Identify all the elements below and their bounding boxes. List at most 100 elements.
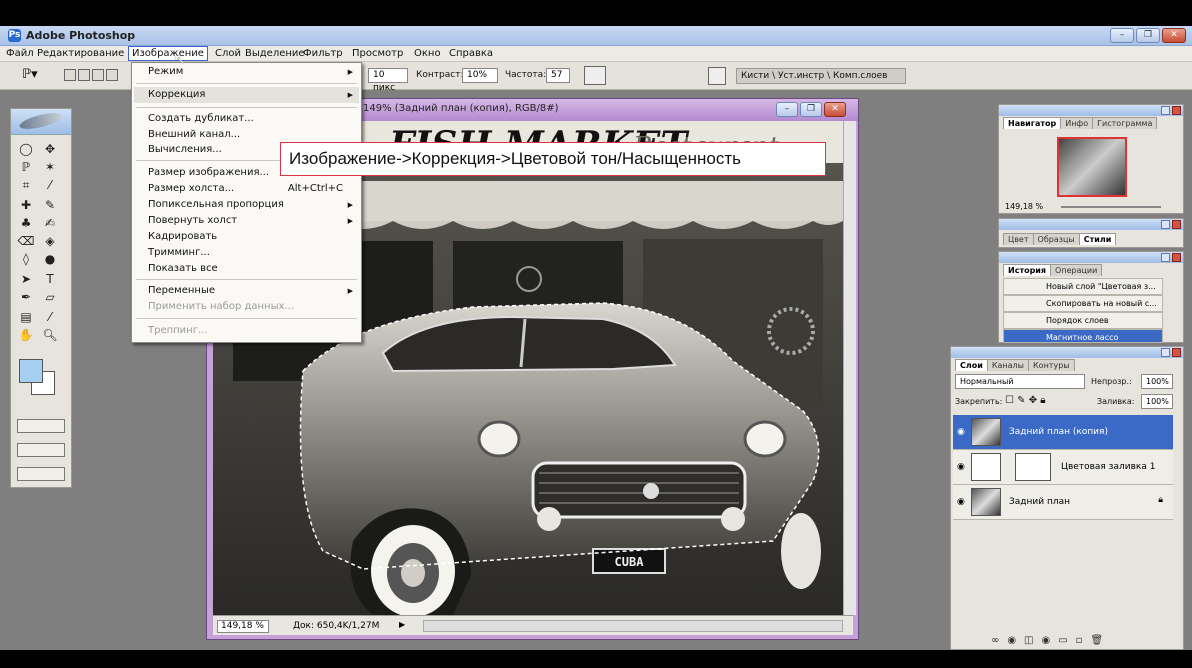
quick-mask-buttons[interactable] bbox=[17, 419, 65, 433]
navigator-zoom-slider[interactable] bbox=[1061, 206, 1161, 208]
tab-layer-comps[interactable]: Комп.слоев bbox=[833, 71, 887, 81]
path-select-icon[interactable]: ➤ bbox=[15, 271, 37, 287]
width-field[interactable]: 10 пикс bbox=[368, 68, 408, 93]
eye-icon[interactable]: ◉ bbox=[957, 462, 965, 472]
menu-window[interactable]: Окно bbox=[411, 47, 444, 60]
fill-field[interactable]: 100% bbox=[1141, 394, 1173, 409]
history-brush-icon[interactable]: ✍ bbox=[39, 215, 61, 231]
layers-footer-icons[interactable]: ∞◉◫◉▭▫🗑︎ bbox=[991, 635, 1111, 646]
menu-item-rotate-canvas[interactable]: Повернуть холст bbox=[148, 215, 237, 226]
crop-tool-icon[interactable]: ⌗ bbox=[15, 177, 37, 193]
menu-help[interactable]: Справка bbox=[446, 47, 496, 60]
status-arrow-icon[interactable]: ▶ bbox=[399, 620, 405, 629]
slice-tool-icon[interactable]: ⁄ bbox=[39, 177, 61, 193]
hand-tool-icon[interactable]: ✋ bbox=[15, 327, 37, 343]
frequency-field[interactable]: 57 bbox=[546, 68, 570, 83]
history-step-selected[interactable]: Магнитное лассо bbox=[1003, 329, 1163, 343]
menu-item-trim[interactable]: Тримминг... bbox=[148, 247, 210, 258]
pen-tool-icon[interactable]: ✒ bbox=[15, 289, 37, 305]
tab-channels[interactable]: Каналы bbox=[986, 359, 1029, 371]
type-tool-icon[interactable]: T bbox=[39, 271, 61, 287]
menu-item-variables[interactable]: Переменные bbox=[148, 285, 215, 296]
navigator-thumbnail[interactable] bbox=[1057, 137, 1127, 197]
palette-well-icon[interactable] bbox=[708, 67, 726, 85]
menu-item-adjustments[interactable]: Коррекция bbox=[148, 89, 205, 100]
panel-minimize-button[interactable] bbox=[1161, 220, 1170, 229]
tab-actions[interactable]: Операции bbox=[1050, 264, 1103, 276]
eye-icon[interactable]: ◉ bbox=[957, 497, 965, 507]
tab-info[interactable]: Инфо bbox=[1060, 117, 1094, 129]
intersect-selection-icon[interactable] bbox=[106, 69, 118, 81]
add-selection-icon[interactable] bbox=[78, 69, 90, 81]
brush-tool-icon[interactable]: ✎ bbox=[39, 197, 61, 213]
layer-row[interactable]: ◉ Цветовая заливка 1 bbox=[953, 450, 1173, 485]
menu-item-pixel-aspect[interactable]: Попиксельная пропорция bbox=[148, 199, 284, 210]
menu-item-reveal-all[interactable]: Показать все bbox=[148, 263, 218, 274]
history-step[interactable]: Скопировать на новый с... bbox=[1003, 295, 1163, 312]
panel-minimize-button[interactable] bbox=[1161, 106, 1170, 115]
menu-image[interactable]: Изображение bbox=[128, 46, 208, 61]
menu-file[interactable]: Файл bbox=[3, 47, 37, 60]
clone-stamp-icon[interactable]: ♣ bbox=[15, 215, 37, 231]
tab-styles[interactable]: Стили bbox=[1078, 233, 1117, 245]
menu-view[interactable]: Просмотр bbox=[349, 47, 406, 60]
marquee-tool-icon[interactable]: ◯ bbox=[15, 141, 37, 157]
panel-close-button[interactable] bbox=[1172, 106, 1181, 115]
contrast-field[interactable]: 10% bbox=[462, 68, 498, 83]
magic-wand-icon[interactable]: ✶ bbox=[39, 159, 61, 175]
lock-icons[interactable]: ☐ ✎ ✥ 🔒︎ bbox=[1005, 395, 1046, 406]
screen-mode-buttons[interactable] bbox=[17, 443, 65, 457]
zoom-tool-icon[interactable]: 🔍︎ bbox=[39, 327, 61, 343]
tab-paths[interactable]: Контуры bbox=[1028, 359, 1075, 371]
menu-item-duplicate[interactable]: Создать дубликат... bbox=[148, 113, 254, 124]
menu-item-image-size[interactable]: Размер изображения... bbox=[148, 167, 269, 178]
new-selection-icon[interactable] bbox=[64, 69, 76, 81]
tab-brushes[interactable]: Кисти bbox=[741, 71, 769, 81]
move-tool-icon[interactable]: ✥ bbox=[39, 141, 61, 157]
vertical-scrollbar[interactable] bbox=[843, 121, 856, 615]
tab-navigator[interactable]: Навигатор bbox=[1003, 117, 1062, 129]
tab-color[interactable]: Цвет bbox=[1003, 233, 1034, 245]
blur-tool-icon[interactable]: ◊ bbox=[15, 251, 37, 267]
panel-close-button[interactable] bbox=[1172, 253, 1181, 262]
subtract-selection-icon[interactable] bbox=[92, 69, 104, 81]
shape-tool-icon[interactable]: ▱ bbox=[39, 289, 61, 305]
foreground-color-swatch[interactable] bbox=[19, 359, 43, 383]
notes-tool-icon[interactable]: ▤ bbox=[15, 309, 37, 325]
tab-histogram[interactable]: Гистограмма bbox=[1092, 117, 1158, 129]
menu-layer[interactable]: Слой bbox=[212, 47, 244, 60]
jump-to-imageready-button[interactable] bbox=[17, 467, 65, 481]
paint-bucket-icon[interactable]: ◈ bbox=[39, 233, 61, 249]
menu-item-crop[interactable]: Кадрировать bbox=[148, 231, 217, 242]
lasso-tool-icon[interactable]: ℙ bbox=[15, 159, 37, 175]
healing-brush-icon[interactable]: ✚ bbox=[15, 197, 37, 213]
panel-minimize-button[interactable] bbox=[1161, 253, 1170, 262]
menu-item-apply-image[interactable]: Внешний канал... bbox=[148, 129, 240, 140]
history-step[interactable]: Порядок слоев bbox=[1003, 312, 1163, 329]
tab-tool-presets[interactable]: Уст.инстр bbox=[778, 71, 824, 81]
lasso-tool-icon[interactable]: ℙ▾ bbox=[22, 67, 38, 82]
tab-layers[interactable]: Слои bbox=[955, 359, 988, 371]
menu-edit[interactable]: Редактирование bbox=[34, 47, 127, 60]
opacity-field[interactable]: 100% bbox=[1141, 374, 1173, 389]
panel-close-button[interactable] bbox=[1172, 220, 1181, 229]
panel-minimize-button[interactable] bbox=[1161, 348, 1170, 357]
eyedropper-icon[interactable]: ⁄ bbox=[39, 309, 61, 325]
eye-icon[interactable]: ◉ bbox=[957, 427, 965, 437]
eraser-tool-icon[interactable]: ⌫ bbox=[15, 233, 37, 249]
pen-pressure-icon[interactable] bbox=[584, 66, 606, 85]
layer-row-selected[interactable]: ◉ Задний план (копия) bbox=[953, 415, 1173, 450]
doc-minimize-button[interactable]: – bbox=[776, 102, 798, 117]
maximize-button[interactable]: ❐ bbox=[1136, 28, 1160, 43]
horizontal-scrollbar[interactable] bbox=[423, 620, 843, 632]
tab-history[interactable]: История bbox=[1003, 264, 1052, 276]
menu-item-canvas-size[interactable]: Размер холста... bbox=[148, 183, 234, 194]
close-button[interactable]: ✕ bbox=[1162, 28, 1186, 43]
panel-close-button[interactable] bbox=[1172, 348, 1181, 357]
history-step[interactable]: Новый слой "Цветовая з... bbox=[1003, 278, 1163, 295]
zoom-field[interactable]: 149,18 % bbox=[217, 620, 269, 633]
layer-row[interactable]: ◉ Задний план 🔒︎ bbox=[953, 485, 1173, 520]
doc-close-button[interactable]: ✕ bbox=[824, 102, 846, 117]
menu-filter[interactable]: Фильтр bbox=[300, 47, 346, 60]
tab-swatches[interactable]: Образцы bbox=[1032, 233, 1080, 245]
